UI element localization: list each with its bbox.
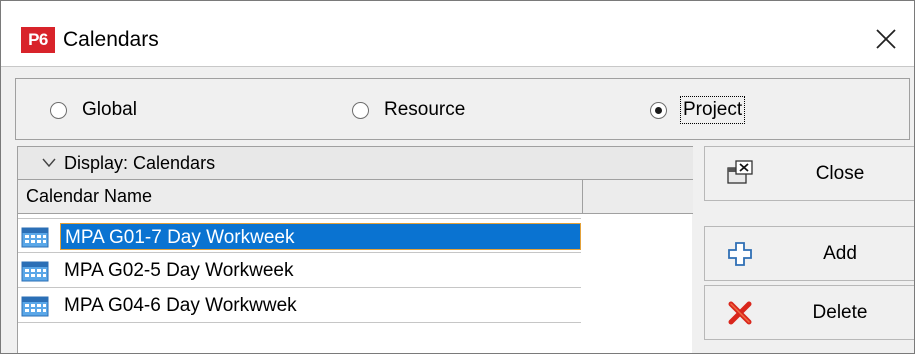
table-header: Calendar Name — [18, 180, 693, 214]
window-title: Calendars — [63, 28, 159, 51]
delete-x-icon — [728, 301, 752, 325]
delete-button-label: Delete — [812, 302, 868, 323]
radio-resource-circle[interactable] — [352, 101, 369, 119]
radio-resource-label: Resource — [384, 99, 466, 120]
calendar-icon — [21, 261, 49, 282]
action-buttons: Close Add Delete — [698, 146, 914, 353]
display-options-bar[interactable]: Display: Calendars — [18, 146, 693, 180]
table-body: MPA G01-7 Day Workweek MPA G02-5 Day Wor… — [18, 218, 581, 323]
display-label: Display: Calendars — [64, 153, 216, 173]
radio-global-label: Global — [82, 99, 137, 120]
radio-project-circle[interactable] — [650, 101, 667, 119]
radio-project[interactable]: Project — [650, 96, 746, 124]
calendar-type-radio-group: Global Resource Project — [15, 78, 910, 140]
chevron-down-icon[interactable] — [42, 157, 56, 169]
close-window-icon — [727, 160, 753, 184]
delete-button[interactable]: Delete — [704, 285, 914, 340]
radio-selected-dot — [655, 106, 662, 114]
calendar-icon — [21, 227, 49, 248]
add-button[interactable]: Add — [704, 226, 914, 281]
title-bar: P6 Calendars — [1, 1, 914, 67]
radio-resource[interactable]: Resource — [352, 98, 465, 122]
calendar-name: MPA G02-5 Day Workweek — [64, 260, 294, 281]
table-row[interactable]: MPA G04-6 Day Workwwek — [18, 288, 581, 323]
calendars-dialog: P6 Calendars Global Resource Project Dis… — [0, 0, 915, 354]
calendar-name: MPA G04-6 Day Workwwek — [64, 295, 297, 316]
calendar-table: Display: Calendars Calendar Name MPA G01… — [17, 146, 693, 353]
close-button[interactable]: Close — [704, 146, 914, 201]
radio-project-label: Project — [679, 96, 746, 124]
close-icon[interactable] — [872, 25, 900, 53]
calendar-icon — [21, 296, 49, 317]
calendar-name: MPA G01-7 Day Workweek — [60, 223, 581, 250]
close-button-label: Close — [815, 163, 865, 184]
column-header-calendar-name[interactable]: Calendar Name — [18, 180, 583, 213]
radio-global-circle[interactable] — [50, 101, 67, 119]
add-button-label: Add — [823, 243, 857, 264]
table-row[interactable]: MPA G02-5 Day Workweek — [18, 253, 581, 288]
table-row[interactable]: MPA G01-7 Day Workweek — [18, 218, 581, 253]
plus-icon — [728, 242, 752, 266]
p6-app-icon: P6 — [21, 27, 55, 53]
radio-global[interactable]: Global — [50, 98, 137, 122]
